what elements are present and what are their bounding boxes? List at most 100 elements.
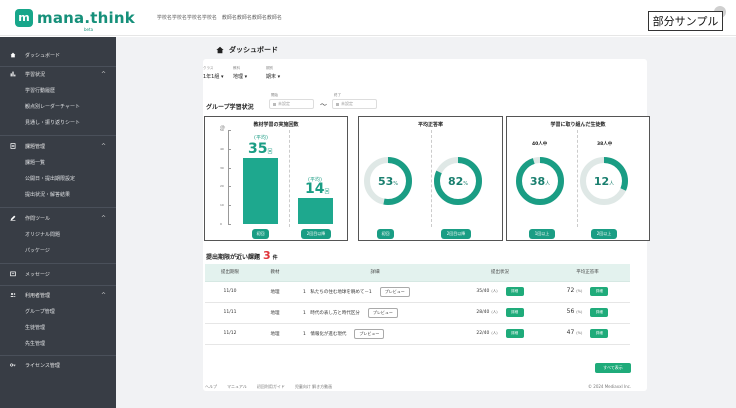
sidebar-label: 課題管理 bbox=[25, 143, 46, 150]
footer-link-video[interactable]: 児童向け 解き方動画 bbox=[295, 384, 332, 390]
rate-detail-button[interactable]: 詳細 bbox=[590, 287, 609, 296]
sidebar-item-license[interactable]: ライセンス管理 bbox=[0, 360, 116, 370]
preview-button[interactable]: プレビュー bbox=[354, 328, 385, 339]
sidebar-item-user-management[interactable]: 利用者管理 ^ bbox=[0, 290, 116, 300]
rate-unit: (%) bbox=[576, 289, 583, 293]
bar-first-value-number: 35 bbox=[248, 141, 268, 157]
students-first-unit: 人 bbox=[545, 181, 551, 187]
y-tick-label: 50 bbox=[220, 128, 224, 132]
chevron-up-icon: ^ bbox=[100, 291, 106, 299]
sidebar-item-authoring-tools[interactable]: 作問ツール ^ bbox=[0, 213, 116, 223]
sidebar-subitem-groups[interactable]: グループ管理 bbox=[25, 308, 55, 315]
start-date-label: 開始 bbox=[271, 93, 278, 97]
sidebar-subitem-original[interactable]: オリジナル問題 bbox=[25, 231, 60, 238]
status-cell: 35/40 (人) 詳細 bbox=[455, 281, 545, 303]
first-attempt-tag: 初回 bbox=[252, 229, 269, 239]
end-date-input[interactable]: 未設定 bbox=[332, 99, 377, 109]
accuracy-first-value: 53% bbox=[368, 175, 408, 188]
logo-text: mana.think bbox=[37, 8, 135, 27]
bar-first-avg-label: (平均) bbox=[254, 135, 268, 141]
preview-button[interactable]: プレビュー bbox=[367, 307, 398, 318]
at-least-once-tag: 1回以上 bbox=[529, 229, 555, 239]
status-detail-button[interactable]: 詳細 bbox=[505, 329, 524, 338]
rate-detail-button[interactable]: 詳細 bbox=[590, 329, 609, 338]
logo-subtext: beta bbox=[84, 27, 94, 32]
panel-divider bbox=[289, 130, 290, 227]
status-cell: 22/40 (人) 詳細 bbox=[455, 323, 545, 345]
detail-text: 1 情報化が進む現代 bbox=[303, 331, 347, 337]
sidebar-subitem-radar[interactable]: 観点別レーダーチャート bbox=[25, 103, 80, 110]
practice-count-title: 教材学習の実施回数 bbox=[253, 122, 299, 128]
sidebar-label: 作問ツール bbox=[25, 215, 51, 222]
rate-value: 72 bbox=[566, 287, 575, 294]
period-filter[interactable]: 期別 期末 ▾ bbox=[266, 66, 280, 80]
subject-filter-value: 地理 bbox=[233, 74, 244, 80]
calendar-icon bbox=[336, 102, 339, 106]
accuracy-first-number: 53 bbox=[377, 175, 394, 188]
bar-first-unit: 回 bbox=[267, 149, 273, 155]
sidebar-subitem-students[interactable]: 生徒管理 bbox=[25, 324, 45, 331]
footer-link-help[interactable]: ヘルプ bbox=[205, 384, 217, 390]
logo-badge: m bbox=[15, 8, 33, 27]
sidebar-subitem-reflection[interactable]: 見通し・振り返りシート bbox=[25, 119, 80, 126]
sidebar-subitem-task-list[interactable]: 課題一覧 bbox=[25, 159, 45, 166]
detail-cell: 1 時代の表し方と時代区分 プレビュー bbox=[295, 302, 455, 324]
subject-filter[interactable]: 教科 地理 ▾ bbox=[233, 66, 247, 80]
sidebar-subitem-results[interactable]: 提出状況・解答結果 bbox=[25, 191, 70, 198]
status-detail-button[interactable]: 詳細 bbox=[505, 287, 524, 296]
logo[interactable]: m mana.think bbox=[15, 8, 135, 27]
upcoming-tasks-label: 提出期限が近い課題 bbox=[206, 254, 261, 261]
sidebar-item-task-management[interactable]: 課題管理 ^ bbox=[0, 141, 116, 151]
upcoming-tasks-count-unit: 件 bbox=[272, 255, 278, 261]
sidebar-subitem-teachers[interactable]: 先生管理 bbox=[25, 340, 45, 347]
table-header-row: 提出期限 教材 詳細 提出状況 平均正答率 bbox=[205, 264, 630, 282]
sidebar-subitem-history[interactable]: 学習行動履歴 bbox=[25, 87, 55, 94]
sidebar-item-learning-status[interactable]: 学習状況 ^ bbox=[0, 69, 116, 79]
sidebar-item-messages[interactable]: メッセージ bbox=[0, 269, 116, 279]
bar-chart-icon bbox=[10, 71, 16, 77]
sidebar-divider bbox=[0, 355, 116, 356]
deadline-cell: 11/12 bbox=[205, 323, 255, 345]
sidebar-subitem-package[interactable]: パッケージ bbox=[25, 247, 50, 254]
status-count: 28/40 bbox=[476, 310, 490, 315]
col-rate: 平均正答率 bbox=[545, 264, 630, 282]
accuracy-first-unit: % bbox=[393, 181, 399, 187]
status-unit: (人) bbox=[491, 289, 498, 293]
footer-link-manual[interactable]: マニュアル bbox=[227, 384, 247, 390]
status-detail-button[interactable]: 詳細 bbox=[505, 308, 524, 317]
period-filter-label: 期別 bbox=[266, 66, 273, 70]
class-filter[interactable]: クラス 1年1組 ▾ bbox=[203, 66, 223, 80]
start-date-input[interactable]: 未設定 bbox=[269, 99, 314, 109]
detail-cell: 1 私たちの住む地球を眺めて－1 プレビュー bbox=[295, 281, 455, 303]
pencil-icon bbox=[10, 215, 16, 221]
footer-link-guide[interactable]: 初回利用ガイド bbox=[257, 384, 285, 390]
subject-filter-label: 教科 bbox=[233, 66, 240, 70]
sidebar-item-dashboard[interactable]: ダッシュボード bbox=[0, 50, 116, 60]
dropdown-caret-icon: ▾ bbox=[220, 74, 224, 80]
y-axis-line bbox=[228, 130, 229, 224]
students-second-number: 12 bbox=[593, 175, 610, 188]
show-all-button[interactable]: すべて表示 bbox=[595, 363, 631, 373]
col-material: 教材 bbox=[255, 264, 295, 282]
rate-cell: 47 (%) 詳細 bbox=[545, 323, 630, 345]
calendar-icon bbox=[273, 102, 276, 106]
sidebar-divider bbox=[0, 207, 116, 208]
upcoming-tasks-count: 3 bbox=[263, 249, 271, 262]
y-tick-mark bbox=[228, 224, 231, 225]
preview-button[interactable]: プレビュー bbox=[379, 286, 410, 297]
chevron-up-icon: ^ bbox=[100, 142, 106, 150]
sidebar-divider bbox=[0, 135, 116, 136]
sidebar-label: ライセンス管理 bbox=[25, 362, 60, 369]
detail-text: 1 私たちの住む地球を眺めて－1 bbox=[303, 289, 372, 295]
sidebar-label: 学習状況 bbox=[25, 71, 46, 78]
second-attempt-tag: 2回目以降 bbox=[441, 229, 471, 239]
students-second-unit: 人 bbox=[609, 181, 615, 187]
class-filter-value: 1年1組 bbox=[203, 74, 220, 80]
status-count: 22/40 bbox=[476, 331, 490, 336]
rate-detail-button[interactable]: 詳細 bbox=[590, 308, 609, 317]
bar-first-value: 35回 bbox=[248, 141, 273, 157]
rate-value: 47 bbox=[566, 329, 575, 336]
footer-links: ヘルプ マニュアル 初回利用ガイド 児童向け 解き方動画 bbox=[205, 384, 332, 390]
sidebar-subitem-deadline[interactable]: 公開日・提出期限設定 bbox=[25, 175, 75, 182]
top-header: m mana.think beta 学校名学校名学校名学校名 教師名教師名教師名… bbox=[0, 0, 736, 36]
